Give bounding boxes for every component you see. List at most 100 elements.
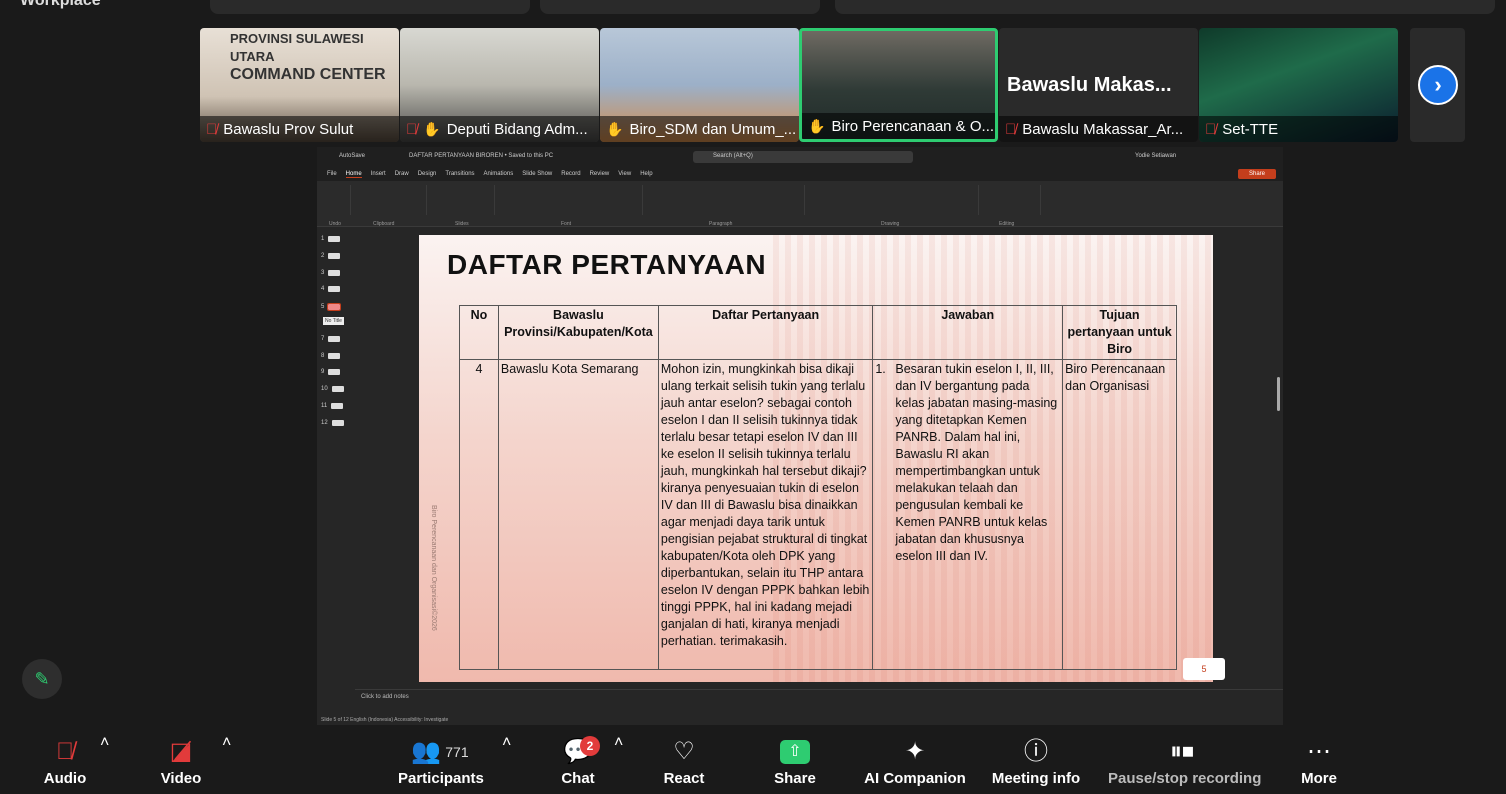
tab-file[interactable]: File <box>327 171 337 177</box>
thumbnail-item[interactable]: 7 <box>321 335 341 343</box>
chat-button[interactable]: 💬 2 Chat <box>558 734 600 787</box>
share-button[interactable]: ⇧ Share <box>772 734 818 787</box>
autosave-label[interactable]: AutoSave <box>339 153 365 159</box>
mic-muted-icon: 🎙̸ <box>1005 120 1017 138</box>
ppt-status-bar: Slide 5 of 12 English (Indonesia) Access… <box>321 717 449 723</box>
audio-button[interactable]: 🎙̸ Audio <box>40 734 90 787</box>
document-title: DAFTAR PERTANYAAN BIROREN • Saved to thi… <box>409 153 554 159</box>
answer-text: Besaran tukin eselon I, II, III, dan IV … <box>895 362 1058 563</box>
tile-label: ✋ Biro Perencanaan & O... <box>802 113 995 139</box>
participants-button[interactable]: 👥 771 Participants <box>398 734 484 787</box>
video-tile[interactable]: ✋ Biro_SDM dan Umum_... <box>600 28 799 142</box>
ribbon-group-font[interactable] <box>497 185 643 215</box>
audio-label: Audio <box>43 770 87 787</box>
raised-hand-icon: ✋ <box>423 120 441 137</box>
ai-companion-button[interactable]: ✦ AI Companion <box>864 734 966 787</box>
camera-off-icon: ◪̸ <box>169 738 193 765</box>
tab-help[interactable]: Help <box>640 171 652 177</box>
cell-no: 4 <box>459 359 499 670</box>
participant-name: Biro_SDM dan Umum_... <box>629 120 797 138</box>
thumbnail-item[interactable]: 11 <box>321 402 344 410</box>
mic-muted-icon: 🎙̸ <box>56 738 74 765</box>
meeting-controls: 🎙̸ Audio ˄ ◪̸ Video ˄ 👥 771 Participants … <box>0 726 1506 794</box>
video-tile-active-speaker[interactable]: ✋ Biro Perencanaan & O... <box>799 28 998 142</box>
thumb-number: 9 <box>321 369 325 375</box>
thumb-number: 10 <box>321 386 328 392</box>
thumbnail-tooltip: No Title <box>323 317 344 325</box>
tab-design[interactable]: Design <box>418 171 437 177</box>
ribbon-group-slides[interactable] <box>429 185 495 215</box>
audio-options-chevron-icon[interactable]: ˄ <box>100 734 109 752</box>
tab-review[interactable]: Review <box>590 171 610 177</box>
tab-draw[interactable]: Draw <box>395 171 409 177</box>
thumb-number: 12 <box>321 420 328 426</box>
thumbnail-item-selected[interactable]: 5 <box>321 303 342 311</box>
thumbnail-item[interactable]: 1 <box>321 235 341 243</box>
ribbon-tabs: File Home Insert Draw Design Transitions… <box>317 167 1283 181</box>
group-label: Editing <box>999 221 1015 227</box>
thumbnail-item[interactable]: 9 <box>321 368 341 376</box>
thumb-preview <box>328 253 341 259</box>
tab-transitions[interactable]: Transitions <box>445 171 474 177</box>
thumbnail-item[interactable]: 3 <box>321 269 341 277</box>
meeting-info-button[interactable]: ⓘ Meeting info <box>990 734 1082 787</box>
thumbnail-item[interactable]: 4 <box>321 285 341 293</box>
notes-pane[interactable]: Click to add notes <box>355 689 1283 711</box>
thumbnail-item[interactable]: 10 <box>321 385 344 393</box>
thumbnail-item[interactable]: 12 <box>321 419 344 427</box>
video-tile[interactable]: 🎙̸ ✋ Deputi Bidang Adm... <box>400 28 599 142</box>
thumb-number: 3 <box>321 270 325 276</box>
sparkle-icon: ✦ <box>904 738 926 765</box>
thumbnail-item[interactable]: 8 <box>321 352 341 360</box>
video-tile[interactable]: Bawaslu Makas... 🎙̸ Bawaslu Makassar_Ar.… <box>999 28 1198 142</box>
tab-insert[interactable]: Insert <box>371 171 386 177</box>
ribbon-group-editing[interactable] <box>981 185 1041 215</box>
ribbon: Undo Clipboard Slides Font Paragraph Dra… <box>317 181 1283 227</box>
camera-off-name: Bawaslu Makas... <box>1007 74 1172 96</box>
video-button[interactable]: ◪̸ Video <box>158 734 204 787</box>
pause-stop-recording-button[interactable]: ⏸⏹ Pause/stop recording <box>1108 734 1261 787</box>
slide-canvas[interactable]: DAFTAR PERTANYAAN Biro Perencanaan dan O… <box>419 235 1213 682</box>
participant-name: Set-TTE <box>1222 120 1279 138</box>
banner-line-1: PROVINSI SULAWESI UTARA <box>230 31 364 64</box>
video-options-chevron-icon[interactable]: ˄ <box>222 734 231 752</box>
ribbon-group-clipboard[interactable] <box>353 185 427 215</box>
tab-view[interactable]: View <box>618 171 631 177</box>
annotate-pen-icon[interactable]: ✎ <box>22 659 62 699</box>
tab-record[interactable]: Record <box>561 171 580 177</box>
tab-animations[interactable]: Animations <box>484 171 514 177</box>
mic-muted-icon: 🎙̸ <box>206 120 218 138</box>
react-button[interactable]: ♡ React <box>662 734 706 787</box>
participant-name: Deputi Bidang Adm... <box>446 120 588 138</box>
vertical-scrollbar[interactable] <box>1277 377 1280 411</box>
info-label: Meeting info <box>991 770 1081 787</box>
thumb-number: 5 <box>321 304 325 310</box>
video-tile[interactable]: PROVINSI SULAWESI UTARA COMMAND CENTER 🎙… <box>200 28 399 142</box>
next-page-chevron-icon[interactable]: › <box>1418 65 1458 105</box>
tile-label: ✋ Biro_SDM dan Umum_... <box>600 116 799 142</box>
slide-side-text: Biro Perencanaan dan Organisasi©2026 <box>430 505 437 631</box>
user-name: Yodie Setiawan <box>1135 153 1177 159</box>
ribbon-group-drawing[interactable] <box>807 185 979 215</box>
video-strip: PROVINSI SULAWESI UTARA COMMAND CENTER 🎙… <box>200 28 1465 142</box>
thumb-preview <box>328 286 341 292</box>
video-tile[interactable]: 🎙̸ Set-TTE <box>1199 28 1398 142</box>
participants-options-chevron-icon[interactable]: ˄ <box>502 734 511 752</box>
chat-options-chevron-icon[interactable]: ˄ <box>614 734 623 752</box>
ribbon-group-undo[interactable] <box>321 185 351 215</box>
thumb-number: 8 <box>321 353 325 359</box>
tab-home[interactable]: Home <box>345 171 362 178</box>
thumb-number: 4 <box>321 286 325 292</box>
thumb-preview <box>331 420 344 426</box>
tab-slide-show[interactable]: Slide Show <box>522 171 552 177</box>
thumbnail-item[interactable]: 2 <box>321 252 341 260</box>
cell-goal: Biro Perencanaan dan Organisasi <box>1062 359 1177 670</box>
ribbon-group-paragraph[interactable] <box>645 185 805 215</box>
heart-icon: ♡ <box>673 738 695 765</box>
answer-list: 1. Besaran tukin eselon I, II, III, dan … <box>875 361 1060 565</box>
more-button[interactable]: ⋯ More <box>1298 734 1340 787</box>
ppt-share-button[interactable]: Share <box>1238 169 1276 179</box>
header-province: Bawaslu Provinsi/Kabupaten/Kota <box>497 305 659 360</box>
share-screen-icon: ⇧ <box>772 734 818 770</box>
search-box[interactable]: Search (Alt+Q) <box>693 151 913 163</box>
